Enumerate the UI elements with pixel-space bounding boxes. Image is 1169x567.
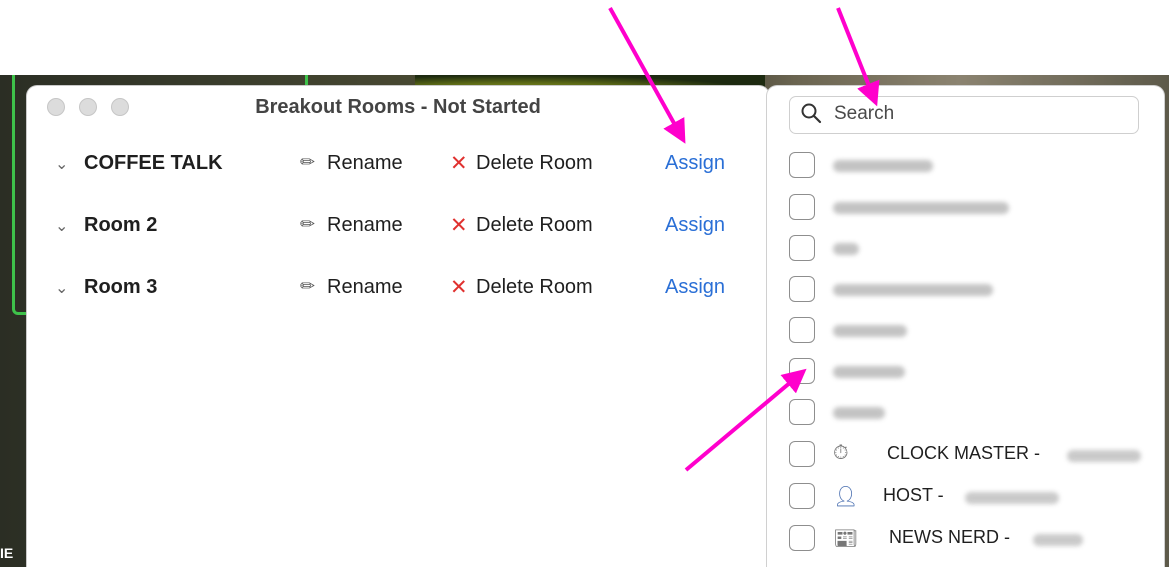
chevron-down-icon[interactable]: ⌄ <box>55 154 68 174</box>
participant-item[interactable] <box>789 317 1149 351</box>
pencil-icon[interactable]: ✏︎ <box>300 276 315 297</box>
participant-checkbox[interactable] <box>789 235 815 261</box>
participant-name-redacted <box>1033 534 1083 546</box>
participant-item-clock-master[interactable]: ⏱ CLOCK MASTER - <box>789 441 1149 475</box>
room-name: Room 3 <box>84 276 158 298</box>
chevron-down-icon[interactable]: ⌄ <box>55 278 68 298</box>
room-row-room-2: ⌄ Room 2 ✏︎ Rename ✕ Delete Room Assign <box>27 210 767 250</box>
participant-checkbox[interactable] <box>789 399 815 425</box>
assign-participants-popover: ⏱ CLOCK MASTER - 👤︎ HOST - 📰︎ NEWS NERD … <box>767 86 1164 567</box>
participant-checkbox[interactable] <box>789 194 815 220</box>
participant-checkbox[interactable] <box>789 317 815 343</box>
rename-button[interactable]: Rename <box>327 276 403 299</box>
room-row-coffee-talk: ⌄ COFFEE TALK ✏︎ Rename ✕ Delete Room As… <box>27 148 767 188</box>
participant-name-redacted <box>833 366 905 378</box>
chevron-down-icon[interactable]: ⌄ <box>55 216 68 236</box>
rename-button[interactable]: Rename <box>327 214 403 237</box>
delete-x-icon[interactable]: ✕ <box>450 213 468 238</box>
participant-role-label: CLOCK MASTER - <box>887 443 1041 463</box>
participant-name-redacted <box>833 160 933 172</box>
pencil-icon[interactable]: ✏︎ <box>300 214 315 235</box>
participant-item[interactable] <box>789 276 1149 310</box>
participant-item[interactable] <box>789 358 1149 392</box>
participant-name-redacted <box>833 243 859 255</box>
participant-item[interactable] <box>789 399 1149 433</box>
window-title: Breakout Rooms - Not Started <box>255 96 541 118</box>
assign-link[interactable]: Assign <box>665 276 725 299</box>
participant-checkbox[interactable] <box>789 441 815 467</box>
participant-role-label: NEWS NERD - <box>889 527 1010 547</box>
search-input[interactable] <box>834 102 1124 126</box>
delete-room-button[interactable]: Delete Room <box>476 214 593 237</box>
search-box[interactable] <box>789 96 1139 134</box>
participant-checkbox[interactable] <box>789 525 815 551</box>
participant-name-redacted <box>833 284 993 296</box>
delete-x-icon[interactable]: ✕ <box>450 275 468 300</box>
participant-item[interactable] <box>789 235 1149 269</box>
participant-checkbox[interactable] <box>789 152 815 178</box>
participant-item-news-nerd[interactable]: 📰︎ NEWS NERD - <box>789 525 1149 559</box>
participant-item[interactable] <box>789 152 1149 186</box>
newspaper-icon: 📰︎ <box>833 528 859 550</box>
participant-checkbox[interactable] <box>789 358 815 384</box>
assign-link[interactable]: Assign <box>665 214 725 237</box>
participant-name-redacted <box>1067 450 1141 462</box>
breakout-rooms-window: Breakout Rooms - Not Started ⌄ COFFEE TA… <box>27 86 769 567</box>
assign-link[interactable]: Assign <box>665 152 725 175</box>
window-titlebar: Breakout Rooms - Not Started <box>27 86 769 128</box>
room-row-room-3: ⌄ Room 3 ✏︎ Rename ✕ Delete Room Assign <box>27 272 767 312</box>
delete-room-button[interactable]: Delete Room <box>476 152 593 175</box>
participant-role-label: HOST - <box>883 485 944 505</box>
participant-name-redacted <box>833 202 1009 214</box>
delete-room-button[interactable]: Delete Room <box>476 276 593 299</box>
participant-name-redacted <box>833 407 885 419</box>
room-name: Room 2 <box>84 214 158 236</box>
participant-item-host[interactable]: 👤︎ HOST - <box>789 483 1149 517</box>
stopwatch-icon: ⏱ <box>833 442 849 464</box>
participant-item[interactable] <box>789 194 1149 228</box>
search-icon <box>801 103 822 124</box>
room-name: COFFEE TALK <box>84 152 223 174</box>
participant-name-redacted <box>833 325 907 337</box>
person-icon: 👤︎ <box>833 486 859 508</box>
rename-button[interactable]: Rename <box>327 152 403 175</box>
background-edge-text: IE <box>0 545 14 561</box>
participant-name-redacted <box>965 492 1059 504</box>
participant-checkbox[interactable] <box>789 483 815 509</box>
delete-x-icon[interactable]: ✕ <box>450 151 468 176</box>
participant-checkbox[interactable] <box>789 276 815 302</box>
pencil-icon[interactable]: ✏︎ <box>300 152 315 173</box>
